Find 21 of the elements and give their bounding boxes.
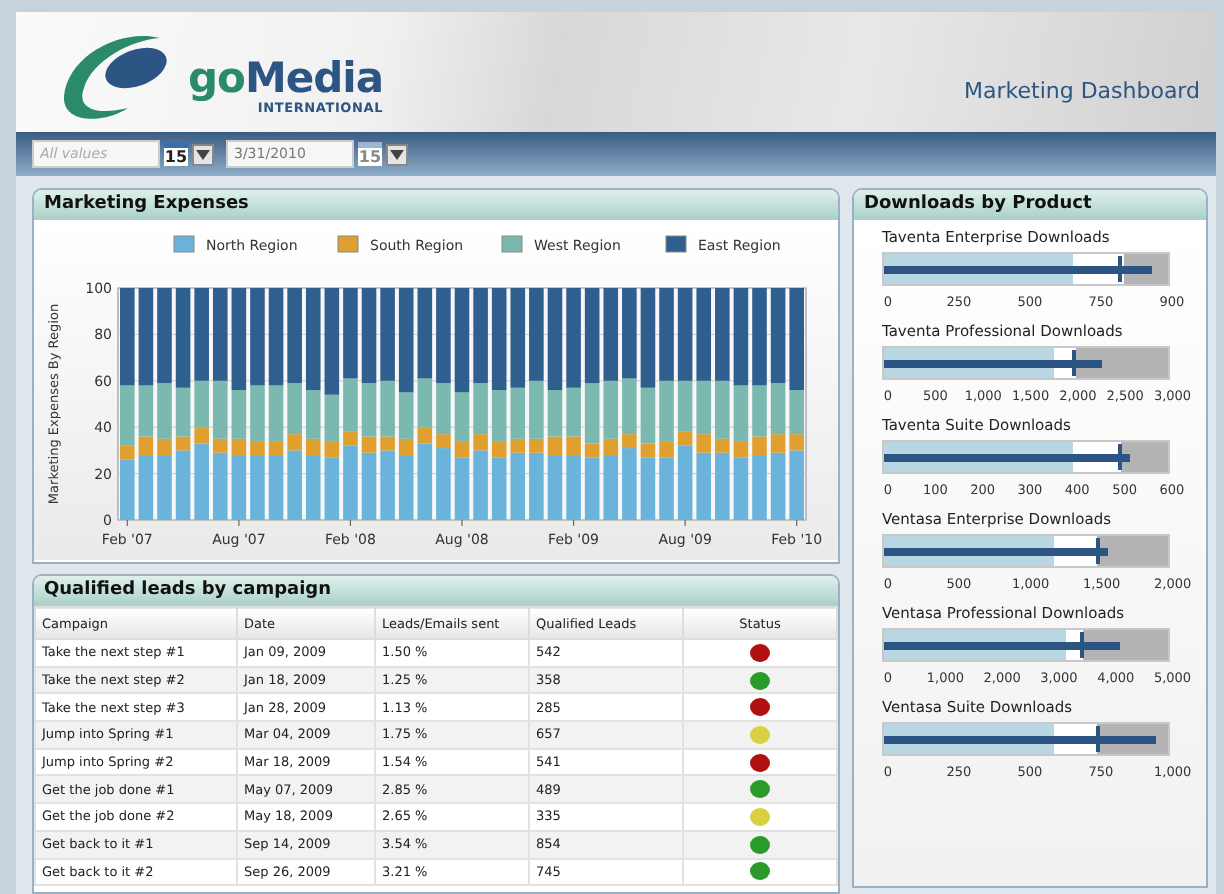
dropdown-button[interactable] <box>192 143 214 165</box>
calendar-icon[interactable]: 15 <box>358 142 382 166</box>
target-marker <box>1118 256 1123 282</box>
logo-text: goMedia <box>188 57 384 99</box>
legend-swatch <box>665 235 687 253</box>
caret-icon <box>390 149 404 159</box>
target-marker <box>1095 538 1099 564</box>
dropdown-button[interactable] <box>386 143 408 165</box>
calendar-icon[interactable]: 15 <box>164 142 188 166</box>
target-marker <box>1118 444 1123 470</box>
panel-title: Marketing Expenses <box>34 190 838 220</box>
target-marker <box>1095 726 1099 752</box>
panel-title: Qualified leads by campaign <box>34 576 838 606</box>
caret-icon <box>196 149 210 159</box>
legend-swatch <box>501 235 523 253</box>
panel-title: Downloads by Product <box>854 190 1206 220</box>
legend-swatch <box>337 235 359 253</box>
legend-swatch <box>173 235 195 253</box>
target-marker <box>1071 350 1076 376</box>
target-marker <box>1080 632 1085 658</box>
dashboard-title: Marketing Dashboard <box>964 78 1200 104</box>
